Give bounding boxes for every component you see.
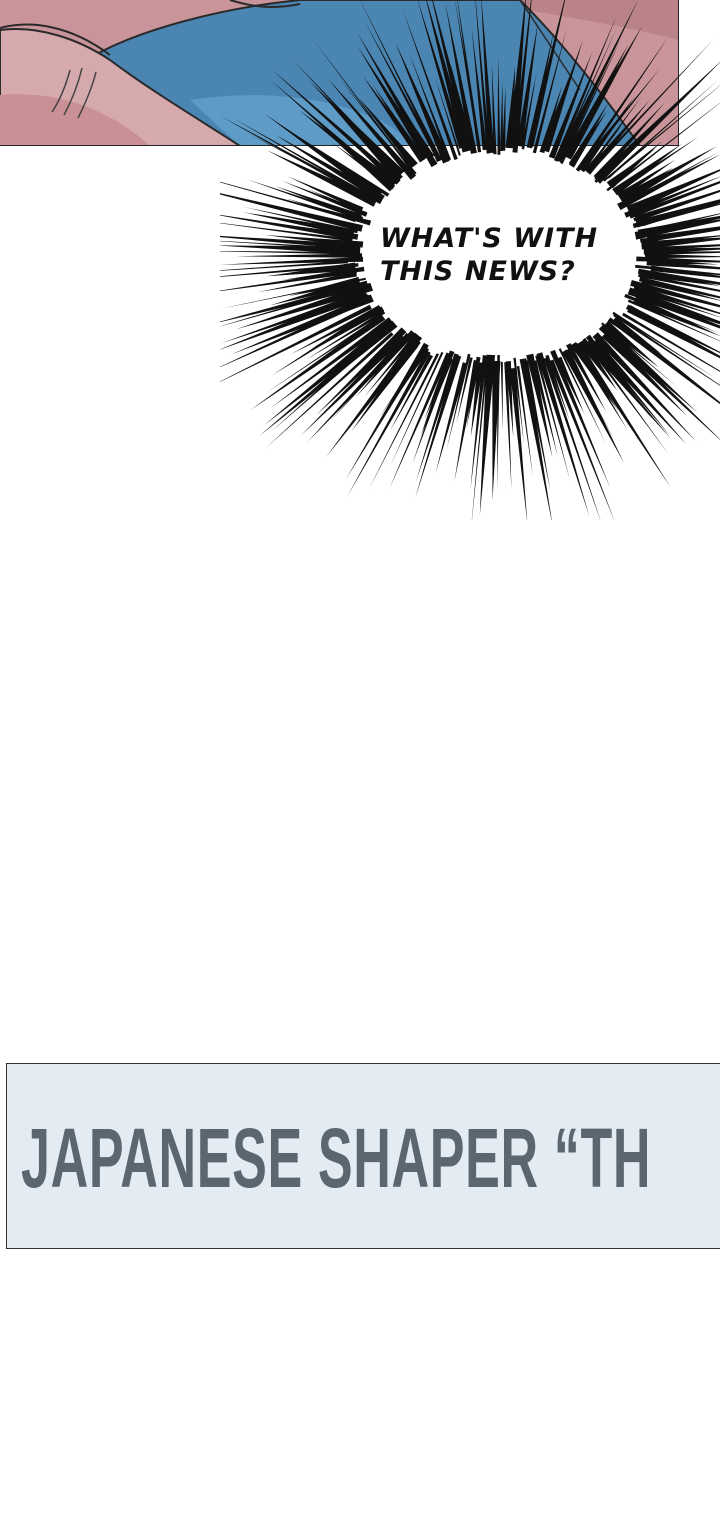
news-headline-text: JAPANESE SHAPER “TH [21, 1111, 652, 1205]
news-headline-banner: JAPANESE SHAPER “TH [6, 1063, 720, 1249]
speech-line-2: THIS NEWS? [380, 256, 576, 287]
speech-line-1: WHAT'S WITH [380, 223, 599, 254]
speech-bubble: WHAT'S WITH THIS NEWS? [380, 222, 630, 288]
